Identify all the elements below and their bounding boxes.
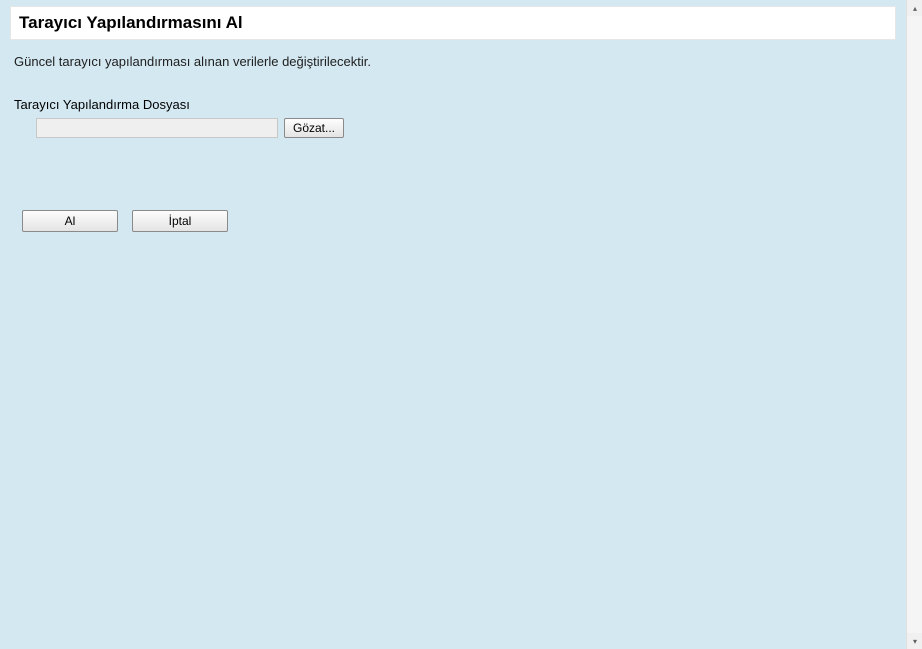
button-row: Al İptal [22, 210, 906, 232]
vertical-scrollbar[interactable]: ▴ ▾ [906, 0, 922, 649]
browse-button[interactable]: Gözat... [284, 118, 344, 138]
title-panel: Tarayıcı Yapılandırmasını Al [10, 6, 896, 40]
file-label: Tarayıcı Yapılandırma Dosyası [14, 97, 906, 112]
scroll-down-button[interactable]: ▾ [907, 633, 922, 649]
file-path-input[interactable] [36, 118, 278, 138]
page-title: Tarayıcı Yapılandırmasını Al [19, 13, 887, 33]
cancel-button[interactable]: İptal [132, 210, 228, 232]
file-row: Gözat... [36, 118, 906, 138]
import-button[interactable]: Al [22, 210, 118, 232]
scroll-track[interactable] [907, 16, 922, 633]
description-text: Güncel tarayıcı yapılandırması alınan ve… [14, 54, 906, 69]
scroll-up-button[interactable]: ▴ [907, 0, 922, 16]
main-panel: Tarayıcı Yapılandırmasını Al Güncel tara… [0, 0, 906, 649]
